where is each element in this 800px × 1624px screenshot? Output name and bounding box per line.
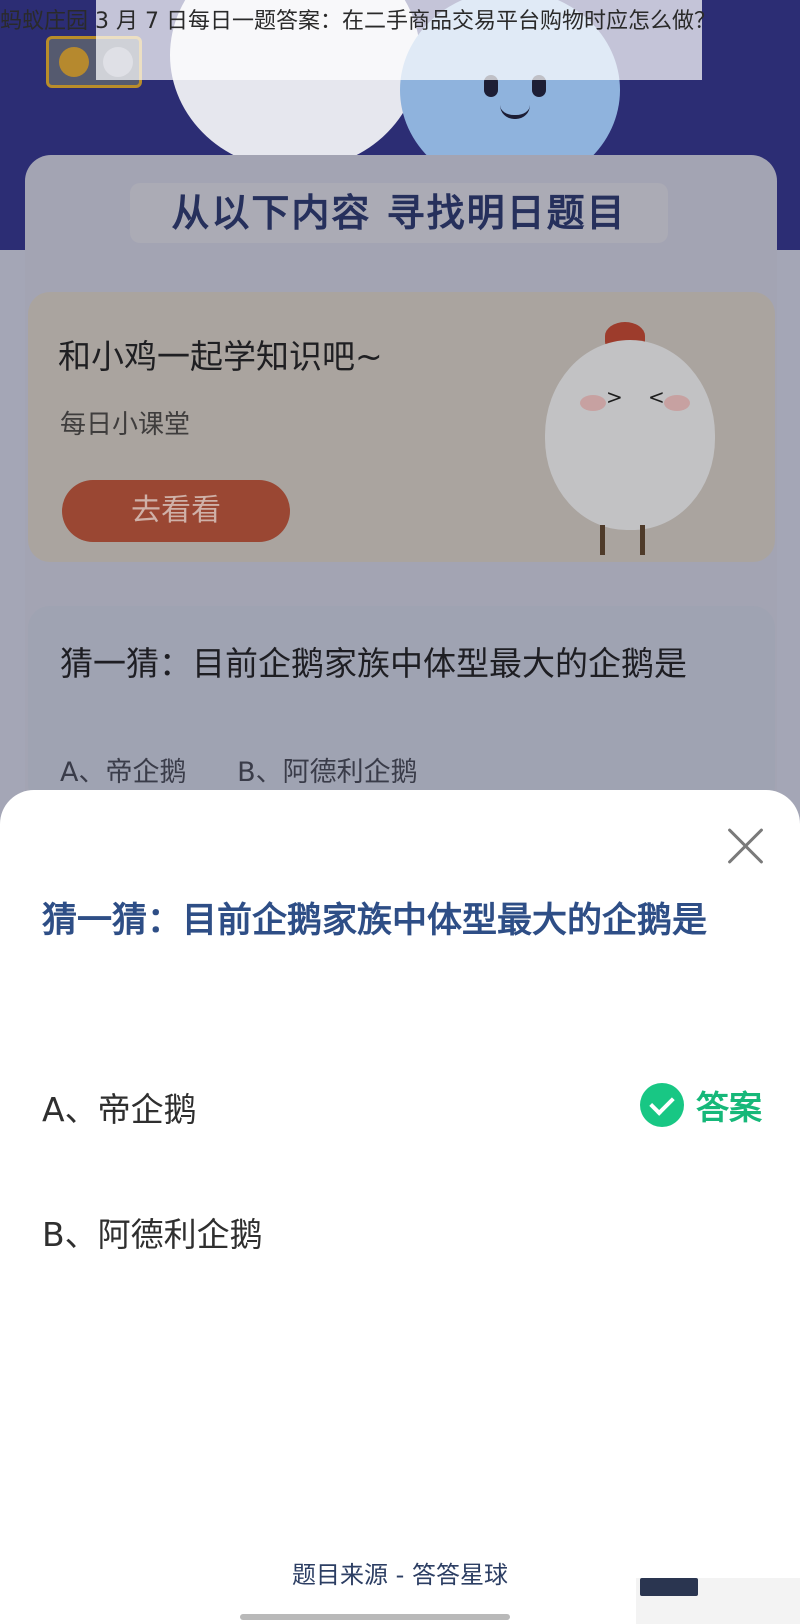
sheet-option-b[interactable]: B、阿德利企鹅 [42,1200,762,1260]
option-label: A、帝企鹅 [42,1090,197,1129]
quiz-card-options: A、帝企鹅 B、阿德利企鹅 [60,750,460,789]
option-label: B、阿德利企鹅 [42,1215,263,1254]
article-title: 蚂蚁庄园 3 月 7 日每日一题答案：在二手商品交易平台购物时应怎么做？ [0,9,716,34]
quiz-card-question: 猜一猜：目前企鹅家族中体型最大的企鹅是 [60,644,687,683]
chicken-face-icon: > < [580,385,690,425]
chicken-mascot-icon [545,340,715,530]
watermark-logo-icon [640,1578,698,1596]
quiz-card-option-b[interactable]: B、阿德利企鹅 [237,757,418,788]
class-card-subtitle: 每日小课堂 [60,410,191,440]
chicken-leg [640,525,645,555]
find-banner: 从以下内容 寻找明日题目 [130,183,668,243]
home-indicator[interactable] [240,1614,510,1620]
hero-character-face [470,75,560,125]
chicken-leg [600,525,605,555]
answer-badge: 答案 [640,1079,762,1131]
check-circle-icon [640,1083,684,1127]
answer-label: 答案 [696,1088,762,1127]
class-card-title: 和小鸡一起学知识吧~ [58,337,383,376]
sheet-question: 猜一猜：目前企鹅家族中体型最大的企鹅是 [42,901,708,941]
sheet-option-a[interactable]: A、帝企鹅 答案 [42,1075,762,1135]
quiz-card-option-a[interactable]: A、帝企鹅 [60,757,186,788]
go-see-button[interactable]: 去看看 [62,480,290,542]
close-icon[interactable] [725,826,765,866]
